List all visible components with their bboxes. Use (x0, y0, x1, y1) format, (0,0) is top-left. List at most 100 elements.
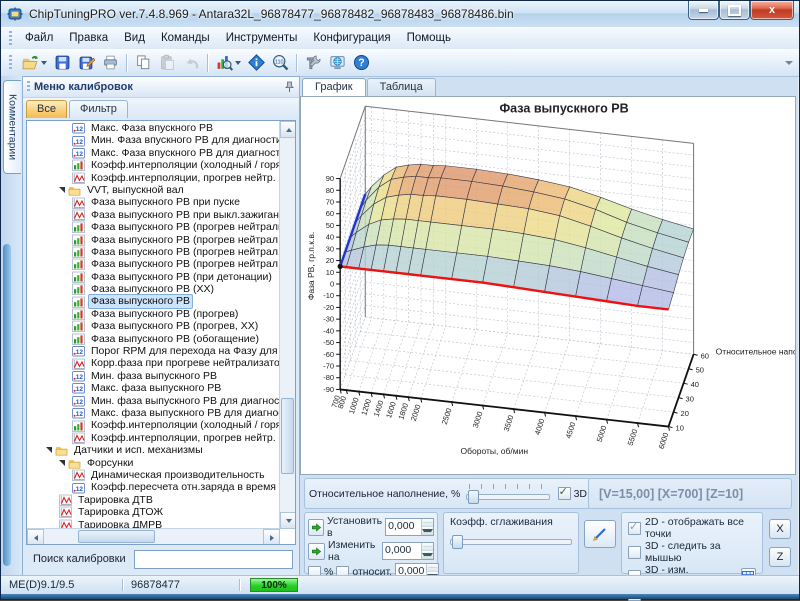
checkbox-3d[interactable] (558, 487, 571, 500)
arrow-down-icon (286, 519, 292, 523)
toolbar-info-diamond-button[interactable] (244, 51, 268, 74)
svg-text:-40: -40 (323, 326, 334, 335)
slider-track[interactable] (450, 539, 572, 545)
app-window: ChipTuningPRO ver.7.4.8.969 - Antara32L_… (0, 0, 800, 600)
toolbar-paste-button[interactable] (155, 51, 179, 74)
search-input[interactable] (134, 550, 293, 569)
svg-text:0: 0 (330, 280, 334, 289)
help-icon: ? (353, 54, 370, 71)
load-slider[interactable] (466, 484, 549, 503)
x-axis-button[interactable]: X (769, 519, 791, 539)
slider-thumb[interactable] (452, 535, 463, 549)
maximize-button[interactable] (719, 1, 750, 20)
toolbar-help-button[interactable]: ? (349, 51, 373, 74)
tree-item[interactable]: Датчики и исп. механизмы (27, 444, 280, 456)
apply-set-button[interactable] (308, 519, 324, 536)
option-checkbox[interactable] (628, 546, 641, 559)
smoothing-group: Коэфф. сглаживания (443, 512, 579, 574)
option-checkbox[interactable] (628, 522, 641, 535)
toolbar-overflow-icon[interactable] (785, 61, 793, 65)
toolbar-open-file-button[interactable] (18, 51, 42, 74)
spinner-arrows[interactable] (421, 519, 433, 535)
toolbar-copy-button[interactable] (131, 51, 155, 74)
svg-text:2500: 2500 (440, 407, 454, 426)
comments-tab[interactable]: Комментарии (3, 80, 21, 174)
graph-tabs: ГрафикТаблица (300, 76, 796, 96)
expand-arrow-icon[interactable] (46, 447, 52, 453)
value-icon: 12 (72, 135, 85, 147)
toolbar-zoom-percent-button[interactable]: 110 (268, 51, 292, 74)
scroll-up-button[interactable] (280, 121, 296, 138)
value-icon: 12 (72, 482, 85, 494)
set-value-spinner[interactable]: 0,000 (385, 518, 434, 536)
arrow-left-icon (34, 535, 38, 541)
title-bar[interactable]: ChipTuningPRO ver.7.4.8.969 - Antara32L_… (1, 1, 799, 28)
load-slider-group: Относительное наполнение, % 3D (304, 478, 592, 509)
dropdown-caret-icon[interactable] (235, 61, 241, 65)
expand-arrow-icon[interactable] (59, 460, 65, 466)
svg-text:20: 20 (326, 256, 334, 265)
minimize-button[interactable] (688, 1, 719, 20)
apply-change-button[interactable] (308, 543, 325, 560)
info-diamond-icon (248, 54, 265, 71)
menu-item[interactable]: Помощь (399, 30, 459, 46)
vertical-scroll-thumb[interactable] (281, 398, 294, 473)
scroll-left-button[interactable] (27, 529, 44, 545)
menu-item[interactable]: Конфигурация (305, 30, 398, 46)
svg-text:6000: 6000 (657, 431, 671, 450)
menu-item[interactable]: Правка (61, 30, 116, 46)
svg-text:12: 12 (76, 411, 84, 418)
svg-text:1400: 1400 (372, 399, 386, 418)
toolbar-save-as-button[interactable] (74, 51, 98, 74)
tab-Все[interactable]: Все (26, 100, 67, 118)
svg-text:Относительное наполнение: Относительное наполнение (716, 347, 795, 357)
menu-item[interactable]: Файл (17, 30, 61, 46)
smoothing-slider[interactable] (450, 534, 572, 548)
tree-horizontal-scrollbar[interactable] (27, 528, 280, 544)
close-icon: x (769, 4, 775, 16)
edit-line-button[interactable] (584, 520, 616, 548)
value-icon: 12 (72, 407, 85, 419)
toolbar-print-button[interactable] (98, 51, 122, 74)
change-value-spinner[interactable]: 0,000 (382, 542, 434, 560)
tab-График[interactable]: График (302, 78, 366, 96)
toolbar-network-globe-button[interactable] (325, 51, 349, 74)
dropdown-caret-icon[interactable] (41, 61, 47, 65)
close-button[interactable]: x (750, 1, 794, 20)
menu-item[interactable]: Команды (153, 30, 218, 46)
svg-text:1800: 1800 (396, 402, 410, 421)
panel-tabs: ВсеФильтр (23, 98, 299, 118)
folder-icon (55, 444, 68, 456)
svg-text:12: 12 (76, 399, 84, 406)
svg-text:40: 40 (326, 233, 334, 242)
map-icon (72, 308, 85, 320)
expand-arrow-icon[interactable] (59, 187, 65, 193)
menu-item[interactable]: Вид (116, 30, 153, 46)
toolbar-chart-search-button[interactable] (212, 51, 236, 74)
window-title: ChipTuningPRO ver.7.4.8.969 - Antara32L_… (29, 7, 514, 21)
svg-text:-20: -20 (323, 303, 334, 312)
scroll-down-button[interactable] (280, 512, 296, 529)
spinner-arrows[interactable] (421, 543, 433, 559)
toolbar-tools-button[interactable] (301, 51, 325, 74)
pin-icon[interactable] (284, 81, 295, 93)
tree-vertical-scrollbar[interactable] (279, 121, 295, 529)
dock-accent-bar (3, 244, 11, 566)
toolbar-save-button[interactable] (50, 51, 74, 74)
z-axis-button[interactable]: Z (769, 547, 791, 567)
slider-thumb[interactable] (468, 490, 479, 504)
toolbar-undo-button[interactable] (179, 51, 203, 74)
svg-text:12: 12 (76, 486, 84, 493)
menu-item[interactable]: Инструменты (218, 30, 306, 46)
minimize-icon (699, 9, 708, 12)
arrow-up-icon (286, 128, 292, 132)
curve-icon (72, 432, 85, 444)
tab-Таблица[interactable]: Таблица (367, 78, 436, 96)
curve-icon (72, 209, 85, 221)
horizontal-scroll-thumb[interactable] (78, 530, 156, 543)
svg-text:20: 20 (681, 409, 689, 418)
tab-Фильтр[interactable]: Фильтр (69, 100, 128, 118)
surface-chart[interactable]: -90-80-70-60-50-40-30-20-100102030405060… (300, 96, 796, 475)
scroll-right-button[interactable] (263, 529, 280, 545)
save-icon (54, 54, 71, 71)
